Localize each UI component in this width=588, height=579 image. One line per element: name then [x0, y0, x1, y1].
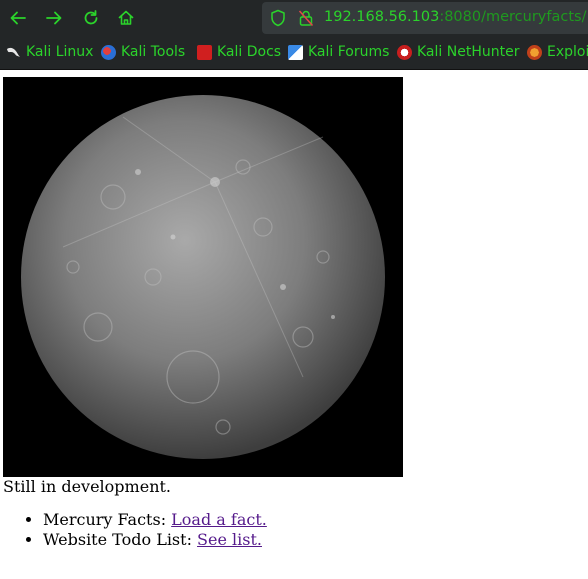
url-text[interactable]: 192.168.56.103:8080/mercuryfacts/	[324, 9, 586, 25]
reload-button[interactable]	[79, 6, 103, 30]
bookmark-label: Kali Forums	[308, 44, 390, 60]
bookmarks-bar: Kali Linux Kali Tools Kali Docs Kali For…	[0, 36, 588, 70]
url-host: 192.168.56.103	[324, 9, 440, 25]
arrow-right-icon	[46, 11, 62, 25]
forward-button[interactable]	[42, 6, 66, 30]
bookmark-label: Kali NetHunter	[417, 44, 520, 60]
kali-docs-icon	[197, 44, 212, 60]
back-button[interactable]	[6, 6, 30, 30]
kali-dragon-icon	[7, 47, 20, 57]
page-content: Still in development. Mercury Facts: Loa…	[0, 70, 588, 579]
kali-tools-icon	[101, 44, 116, 60]
list-item-prefix: Mercury Facts:	[43, 510, 172, 529]
list-item: Website Todo List: See list.	[43, 530, 267, 550]
bookmark-kali-forums[interactable]: Kali Forums	[288, 43, 389, 61]
reload-icon	[84, 10, 98, 25]
bookmark-label: Kali Docs	[217, 44, 282, 60]
shield-icon[interactable]	[270, 9, 286, 27]
mercury-image	[3, 77, 403, 477]
exploit-db-icon	[527, 44, 542, 60]
bookmark-label: Kali Linux	[26, 44, 94, 60]
status-text: Still in development.	[3, 477, 172, 496]
home-icon	[118, 10, 134, 25]
bookmark-kali-tools[interactable]: Kali Tools	[101, 43, 185, 61]
kali-forums-icon	[288, 44, 303, 60]
bookmark-label: Exploit	[547, 44, 588, 60]
link-list: Mercury Facts: Load a fact. Website Todo…	[0, 510, 267, 550]
see-list-link[interactable]: See list.	[197, 530, 262, 549]
address-bar[interactable]: 192.168.56.103:8080/mercuryfacts/	[262, 2, 588, 34]
bookmark-kali-docs[interactable]: Kali Docs	[197, 43, 281, 61]
list-item: Mercury Facts: Load a fact.	[43, 510, 267, 530]
bookmark-kali-linux[interactable]: Kali Linux	[6, 43, 93, 61]
browser-toolbar: 192.168.56.103:8080/mercuryfacts/	[0, 0, 588, 36]
mercury-planet-graphic	[21, 95, 385, 459]
nethunter-icon	[397, 44, 412, 60]
arrow-left-icon	[10, 11, 26, 25]
bookmark-exploit-db[interactable]: Exploit	[527, 43, 588, 61]
list-item-prefix: Website Todo List:	[43, 530, 198, 549]
bookmark-kali-nethunter[interactable]: Kali NetHunter	[397, 43, 519, 61]
url-path: :8080/mercuryfacts/	[439, 9, 587, 25]
home-button[interactable]	[114, 6, 138, 30]
insecure-lock-icon[interactable]	[298, 9, 314, 27]
bookmark-label: Kali Tools	[121, 44, 186, 60]
load-fact-link[interactable]: Load a fact.	[171, 510, 267, 529]
